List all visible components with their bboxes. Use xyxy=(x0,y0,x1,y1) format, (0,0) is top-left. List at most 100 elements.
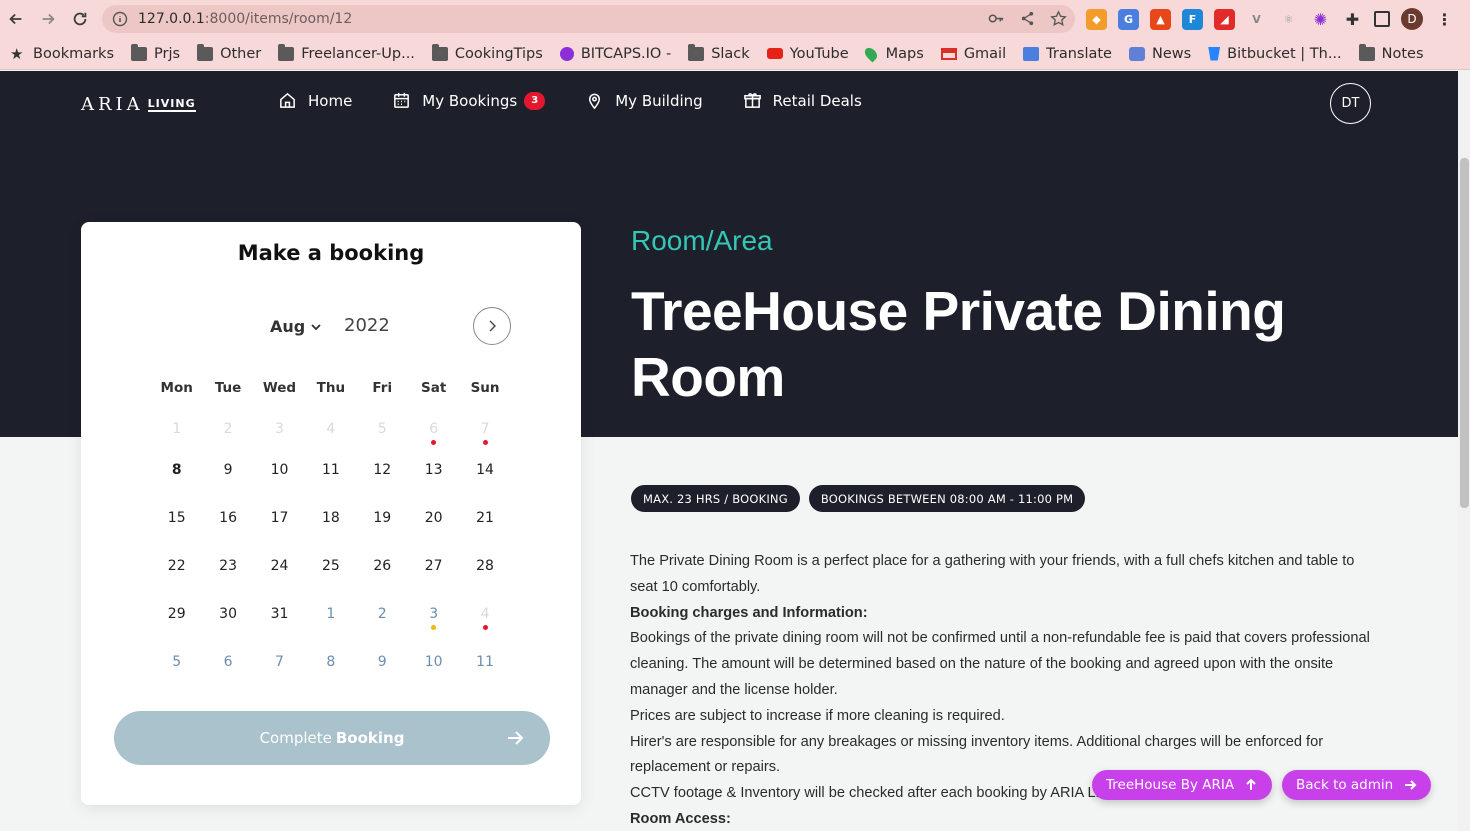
nav-home[interactable]: Home xyxy=(278,91,352,110)
vue-devtools-icon[interactable]: V xyxy=(1246,9,1267,30)
bookmark-prjs[interactable]: Prjs xyxy=(131,43,180,62)
calendar-day[interactable]: 3 xyxy=(408,601,459,649)
calendar-day[interactable]: 5 xyxy=(151,649,202,697)
calendar-day: 4 xyxy=(305,416,356,457)
calendar-day[interactable]: 10 xyxy=(254,457,305,505)
next-month-button[interactable] xyxy=(473,307,511,345)
google-translate-icon[interactable]: G xyxy=(1118,8,1139,30)
extensions-puzzle-icon[interactable]: ✚ xyxy=(1342,9,1363,30)
bookmark-label: Maps xyxy=(885,45,924,62)
weekday-label: Sun xyxy=(470,380,500,396)
bookmark-translate[interactable]: Translate xyxy=(1023,46,1112,62)
bookmark-news[interactable]: News xyxy=(1128,46,1191,62)
bookmark-slack[interactable]: Slack xyxy=(688,43,750,62)
metamask-icon[interactable]: ◆ xyxy=(1086,8,1107,30)
calendar-day[interactable]: 20 xyxy=(408,505,459,553)
fi-extension-icon[interactable]: F xyxy=(1182,8,1203,30)
calendar-day[interactable]: 17 xyxy=(254,505,305,553)
user-avatar[interactable]: DT xyxy=(1330,83,1371,124)
calendar-week-row: 1 2 3 4 5 6 7 xyxy=(151,416,511,457)
bookmark-bitbucket[interactable]: Bitbucket | Th... xyxy=(1208,46,1342,62)
year-select[interactable]: 2022 xyxy=(344,315,390,336)
complete-booking-prefix: Complete xyxy=(259,729,332,747)
key-icon[interactable] xyxy=(988,10,1005,27)
bookmark-notes[interactable]: Notes xyxy=(1358,43,1424,62)
complete-booking-button[interactable]: Complete Booking xyxy=(114,711,550,765)
calendar-day[interactable]: 10 xyxy=(408,649,459,697)
calendar-day: 6 xyxy=(408,416,459,457)
bookmark-other[interactable]: Other xyxy=(197,43,261,62)
site-info-icon[interactable] xyxy=(112,11,128,27)
forward-button[interactable] xyxy=(32,3,64,35)
profile-avatar[interactable]: D xyxy=(1401,8,1423,30)
bookmark-gmail[interactable]: Gmail xyxy=(940,46,1006,62)
nav-my-bookings[interactable]: My Bookings 3 xyxy=(392,91,546,110)
calendar-day[interactable]: 25 xyxy=(305,553,356,601)
kebab-menu-icon[interactable]: ⋮ xyxy=(1434,9,1455,30)
treehouse-by-aria-button[interactable]: TreeHouse By ARIA xyxy=(1092,770,1273,800)
react-devtools-icon[interactable]: ⚛ xyxy=(1278,9,1299,30)
star-icon[interactable] xyxy=(1050,10,1067,27)
nav-my-building[interactable]: My Building xyxy=(585,91,703,110)
folder-icon xyxy=(197,43,214,61)
calendar-week-row: 8 9 10 11 12 13 14 xyxy=(151,457,511,505)
fire-extension-icon[interactable]: ▲ xyxy=(1150,8,1171,30)
back-to-admin-button[interactable]: Back to admin xyxy=(1282,770,1432,800)
calendar-day[interactable]: 14 xyxy=(459,457,510,505)
bookmark-maps[interactable]: Maps xyxy=(862,45,924,62)
calendar-day[interactable]: 23 xyxy=(202,553,253,601)
calendar-day[interactable]: 16 xyxy=(202,505,253,553)
calendar-day[interactable]: 11 xyxy=(305,457,356,505)
bitcaps-icon xyxy=(559,46,574,61)
red-extension-icon[interactable]: ◢ xyxy=(1214,8,1235,30)
calendar-day[interactable]: 29 xyxy=(151,601,202,649)
bookmark-cookingtips[interactable]: CookingTips xyxy=(431,43,543,62)
calendar-day[interactable]: 8 xyxy=(151,457,202,505)
arrow-right-icon xyxy=(1405,780,1417,790)
bookmark-label: CookingTips xyxy=(454,45,543,62)
calendar-day[interactable]: 11 xyxy=(459,649,510,697)
calendar-day-number: 18 xyxy=(321,510,340,526)
reload-button[interactable] xyxy=(64,3,96,35)
aria-living-logo[interactable]: ARIA LIVING xyxy=(81,94,196,115)
month-select[interactable]: Aug xyxy=(270,317,322,336)
share-icon[interactable] xyxy=(1019,10,1036,27)
calendar-day-number: 4 xyxy=(326,421,336,437)
calendar-day[interactable]: 28 xyxy=(459,553,510,601)
bookmark-bookmarks[interactable]: ★ Bookmarks xyxy=(10,46,114,62)
calendar-day[interactable]: 31 xyxy=(254,601,305,649)
calendar-day[interactable]: 2 xyxy=(357,601,408,649)
purple-extension-icon[interactable]: ✺ xyxy=(1310,9,1331,30)
calendar-day[interactable]: 30 xyxy=(202,601,253,649)
calendar-day[interactable]: 1 xyxy=(305,601,356,649)
calendar-day[interactable]: 15 xyxy=(151,505,202,553)
calendar-day[interactable]: 9 xyxy=(357,649,408,697)
scrollbar-thumb[interactable] xyxy=(1460,158,1469,508)
nav-bookings-label: My Bookings xyxy=(422,91,518,110)
bookmark-freelancer[interactable]: Freelancer-Up... xyxy=(278,43,415,62)
calendar-day[interactable]: 8 xyxy=(305,649,356,697)
calendar-day[interactable]: 21 xyxy=(459,505,510,553)
calendar-day[interactable]: 26 xyxy=(357,553,408,601)
bookmark-bitcaps[interactable]: BITCAPS.IO - xyxy=(559,46,671,62)
calendar-day[interactable]: 6 xyxy=(202,649,253,697)
calendar-icon xyxy=(394,92,410,108)
calendar-day[interactable]: 9 xyxy=(202,457,253,505)
address-bar[interactable]: 127.0.0.1:8000/items/room/12 xyxy=(102,5,1075,33)
calendar-day[interactable]: 7 xyxy=(254,649,305,697)
calendar-day[interactable]: 13 xyxy=(408,457,459,505)
calendar-day[interactable]: 18 xyxy=(305,505,356,553)
calendar-day[interactable]: 27 xyxy=(408,553,459,601)
calendar-day[interactable]: 22 xyxy=(151,553,202,601)
calendar-day-number: 13 xyxy=(424,462,443,478)
calendar-day[interactable]: 12 xyxy=(357,457,408,505)
calendar-day[interactable]: 24 xyxy=(254,553,305,601)
bookmarks-bar: ★ Bookmarks Prjs Other Freelancer-Up... C… xyxy=(0,38,1470,70)
calendar-week-row: 22 23 24 25 26 27 28 xyxy=(151,553,511,601)
arrow-right-icon xyxy=(508,731,524,745)
calendar-day[interactable]: 19 xyxy=(357,505,408,553)
bookmark-youtube[interactable]: YouTube xyxy=(766,46,849,62)
sidepanel-icon[interactable] xyxy=(1374,11,1390,27)
back-button[interactable] xyxy=(0,3,32,35)
nav-retail-deals[interactable]: Retail Deals xyxy=(743,91,862,110)
